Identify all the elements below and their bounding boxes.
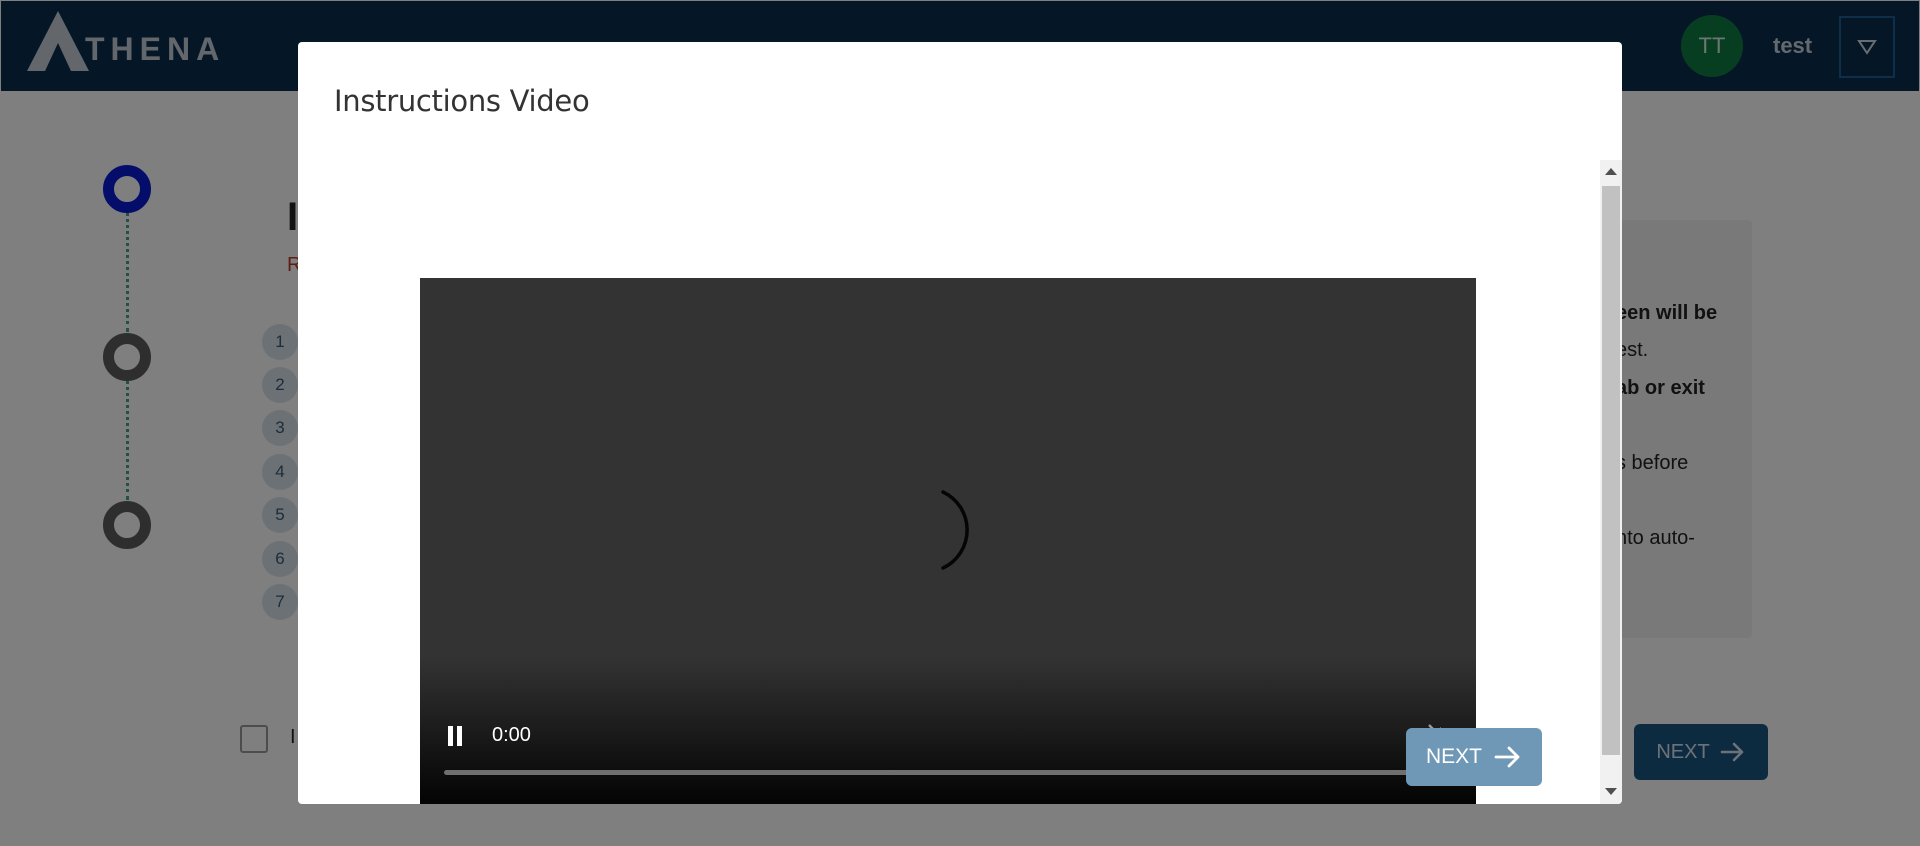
video-progress-bar[interactable] (444, 770, 1452, 775)
video-time: 0:00 (492, 724, 531, 746)
scroll-down-arrow-icon[interactable] (1605, 788, 1617, 795)
video-controls-gradient (420, 656, 1476, 804)
instructions-video-modal: Instructions Video 0:00 NEXT (298, 42, 1622, 804)
modal-next-label: NEXT (1425, 745, 1482, 768)
scrollbar-thumb[interactable] (1602, 186, 1620, 755)
instructions-video-player[interactable]: 0:00 (420, 278, 1476, 804)
scroll-up-arrow-icon[interactable] (1605, 168, 1617, 175)
modal-title: Instructions Video (334, 84, 590, 118)
arrow-right-icon (1494, 746, 1520, 768)
modal-scrollbar[interactable] (1600, 160, 1622, 804)
modal-next-button[interactable]: NEXT (1406, 728, 1542, 786)
modal-body: 0:00 NEXT (298, 158, 1598, 804)
pause-icon[interactable] (444, 724, 466, 748)
loading-spinner-icon (941, 490, 969, 570)
